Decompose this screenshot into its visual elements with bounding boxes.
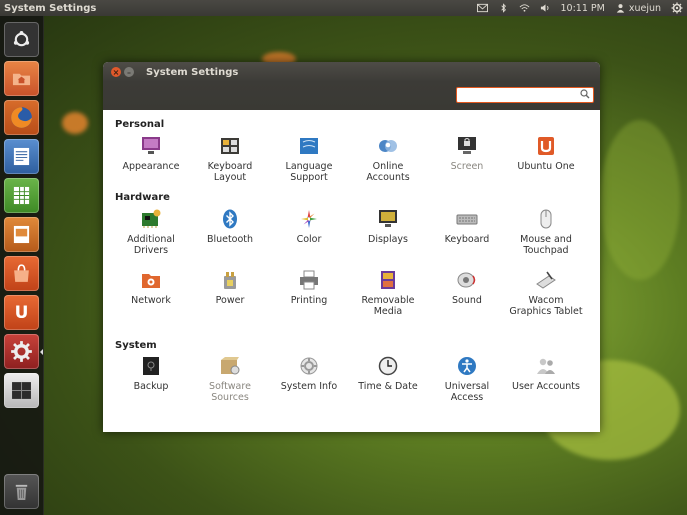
- writer-icon: [13, 147, 30, 166]
- user-name: xuejun: [628, 2, 661, 14]
- language-support-icon: [300, 138, 318, 154]
- power-item[interactable]: Power: [192, 270, 268, 306]
- software-sources-item[interactable]: Software Sources: [192, 356, 268, 403]
- bluetooth-item[interactable]: Bluetooth: [192, 209, 268, 245]
- section-system: System: [115, 340, 157, 351]
- search-icon[interactable]: [580, 89, 590, 99]
- calc-icon: [13, 186, 30, 205]
- user-accounts-item[interactable]: User Accounts: [508, 356, 584, 392]
- trash-icon: [15, 484, 28, 501]
- mouse-and-touchpad-item[interactable]: Mouse and Touchpad: [508, 209, 584, 256]
- settings-content: Personal Appearance Keyboard Layout Lang…: [103, 110, 600, 432]
- sound-item[interactable]: Sound: [429, 270, 505, 306]
- volume-icon[interactable]: [540, 3, 551, 13]
- appearance-item[interactable]: Appearance: [113, 136, 189, 172]
- color-icon: [301, 210, 317, 228]
- screen-item[interactable]: Screen: [429, 136, 505, 172]
- ubuntu-one-item[interactable]: Ubuntu One: [508, 136, 584, 172]
- bluetooth-icon: [223, 209, 237, 229]
- time-and-date-item[interactable]: Time & Date: [350, 356, 426, 392]
- screen-lock-icon: [458, 137, 476, 154]
- language-support-item[interactable]: Language Support: [271, 136, 347, 183]
- libreoffice-writer-button[interactable]: [4, 139, 39, 174]
- printing-item[interactable]: Printing: [271, 270, 347, 306]
- user-icon: [616, 4, 624, 13]
- backup-item[interactable]: Backup: [113, 356, 189, 392]
- displays-item[interactable]: Displays: [350, 209, 426, 245]
- network-item[interactable]: Network: [113, 270, 189, 306]
- ubuntu-one-icon: [538, 137, 554, 155]
- search-box[interactable]: [456, 87, 594, 103]
- system-settings-button[interactable]: [4, 334, 39, 369]
- home-folder-icon: [12, 73, 31, 86]
- universal-access-item[interactable]: Universal Access: [429, 356, 505, 403]
- launcher: U: [0, 16, 44, 515]
- keyboard-layout-icon: [221, 138, 239, 154]
- settings-wrench-icon: [11, 341, 32, 362]
- wacom-graphics-tablet-item[interactable]: Wacom Graphics Tablet: [508, 270, 584, 317]
- online-accounts-icon: [379, 140, 397, 152]
- window-titlebar[interactable]: × – System Settings: [103, 62, 600, 82]
- top-panel: System Settings 10:11 PM xuejun: [0, 0, 687, 16]
- displays-icon: [379, 210, 397, 227]
- window-toolbar: [103, 82, 600, 110]
- wifi-icon[interactable]: [519, 3, 530, 13]
- active-app-title: System Settings: [4, 2, 97, 14]
- clock[interactable]: 10:11 PM: [561, 3, 605, 14]
- backup-safe-icon: [143, 357, 159, 375]
- wallpaper-plant: [600, 120, 680, 280]
- additional-drivers-icon: [142, 209, 161, 228]
- removable-media-icon: [381, 271, 395, 289]
- power-icon: [224, 272, 236, 289]
- libreoffice-calc-button[interactable]: [4, 178, 39, 213]
- search-input[interactable]: [457, 88, 581, 102]
- software-center-button[interactable]: [4, 256, 39, 291]
- additional-drivers-item[interactable]: Additional Drivers: [113, 209, 189, 256]
- network-icon: [142, 274, 160, 288]
- gear-icon[interactable]: [671, 2, 683, 14]
- system-info-icon: [300, 357, 318, 375]
- trash-button[interactable]: [4, 474, 39, 509]
- online-accounts-item[interactable]: Online Accounts: [350, 136, 426, 183]
- clock-icon: [378, 356, 398, 376]
- sound-icon: [457, 272, 476, 288]
- impress-icon: [13, 225, 30, 244]
- firefox-button[interactable]: [4, 100, 39, 135]
- system-tray: 10:11 PM xuejun: [476, 2, 687, 14]
- ubuntu-one-button[interactable]: U: [4, 295, 39, 330]
- section-hardware: Hardware: [115, 192, 170, 203]
- system-info-item[interactable]: System Info: [271, 356, 347, 392]
- home-folder-button[interactable]: [4, 61, 39, 96]
- shopping-bag-icon: [14, 264, 29, 282]
- removable-media-item[interactable]: Removable Media: [350, 270, 426, 317]
- window-title: System Settings: [146, 66, 239, 78]
- mail-icon[interactable]: [476, 3, 488, 13]
- ubuntu-dash-button[interactable]: [4, 22, 39, 57]
- workspace-switcher-button[interactable]: [4, 373, 39, 408]
- section-personal: Personal: [115, 119, 165, 130]
- workspaces-icon: [12, 382, 31, 399]
- libreoffice-impress-button[interactable]: [4, 217, 39, 252]
- color-item[interactable]: Color: [271, 209, 347, 245]
- printer-icon: [300, 270, 318, 290]
- user-accounts-icon: [537, 358, 555, 374]
- accessibility-icon: [458, 357, 476, 375]
- ubuntu-logo-icon: [13, 30, 30, 47]
- appearance-icon: [142, 137, 160, 154]
- user-menu[interactable]: xuejun: [615, 3, 661, 14]
- system-settings-window: × – System Settings Personal Appearance …: [103, 62, 600, 432]
- wallpaper-flower: [62, 112, 88, 134]
- mouse-icon: [540, 209, 552, 229]
- keyboard-layout-item[interactable]: Keyboard Layout: [192, 136, 268, 183]
- close-button[interactable]: ×: [111, 67, 121, 77]
- keyboard-icon: [456, 214, 478, 225]
- keyboard-item[interactable]: Keyboard: [429, 209, 505, 245]
- minimize-button[interactable]: –: [124, 67, 134, 77]
- ubuntu-one-icon: U: [14, 302, 29, 323]
- software-sources-icon: [221, 357, 240, 375]
- firefox-icon: [11, 107, 32, 128]
- tablet-icon: [536, 271, 556, 289]
- active-indicator: [40, 349, 43, 355]
- bluetooth-icon[interactable]: [498, 3, 509, 13]
